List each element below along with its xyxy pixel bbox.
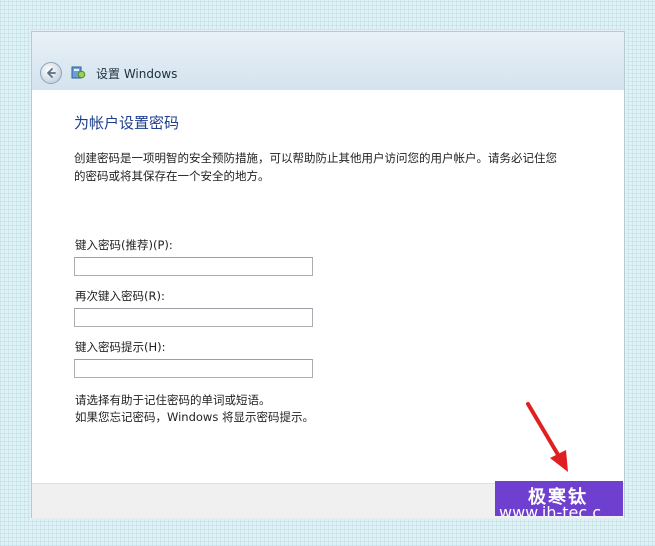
back-arrow-icon [47, 68, 56, 78]
back-button[interactable] [40, 62, 62, 84]
password-hint-input[interactable] [74, 359, 313, 378]
watermark-url: www.jh-tec.c [499, 503, 602, 516]
password-input[interactable] [74, 257, 313, 276]
watermark-logo: 极寒钛 www.jh-tec.c [495, 481, 623, 516]
password-label: 键入密码(推荐)(P): [75, 238, 173, 252]
window-title: 设置 Windows [96, 67, 178, 81]
page-title: 为帐户设置密码 [74, 114, 180, 132]
password-hint-label: 键入密码提示(H): [75, 340, 166, 354]
description: 创建密码是一项明智的安全预防措施，可以帮助防止其他用户访问您的用户帐户。请务必记… [74, 149, 594, 185]
hint-line-1: 请选择有助于记住密码的单词或短语。 [75, 393, 271, 407]
confirm-password-input[interactable] [74, 308, 313, 327]
description-line-2: 的密码或将其保存在一个安全的地方。 [74, 169, 270, 183]
confirm-password-label: 再次键入密码(R): [75, 289, 165, 303]
annotation-arrow-icon [526, 402, 568, 472]
hint-line-2: 如果您忘记密码，Windows 将显示密码提示。 [75, 410, 314, 424]
hint-explanation: 请选择有助于记住密码的单词或短语。 如果您忘记密码，Windows 将显示密码提… [75, 392, 314, 426]
setup-icon [71, 66, 86, 79]
description-line-1: 创建密码是一项明智的安全预防措施，可以帮助防止其他用户访问您的用户帐户。请务必记… [74, 151, 557, 165]
title-bar: 设置 Windows [32, 32, 624, 90]
